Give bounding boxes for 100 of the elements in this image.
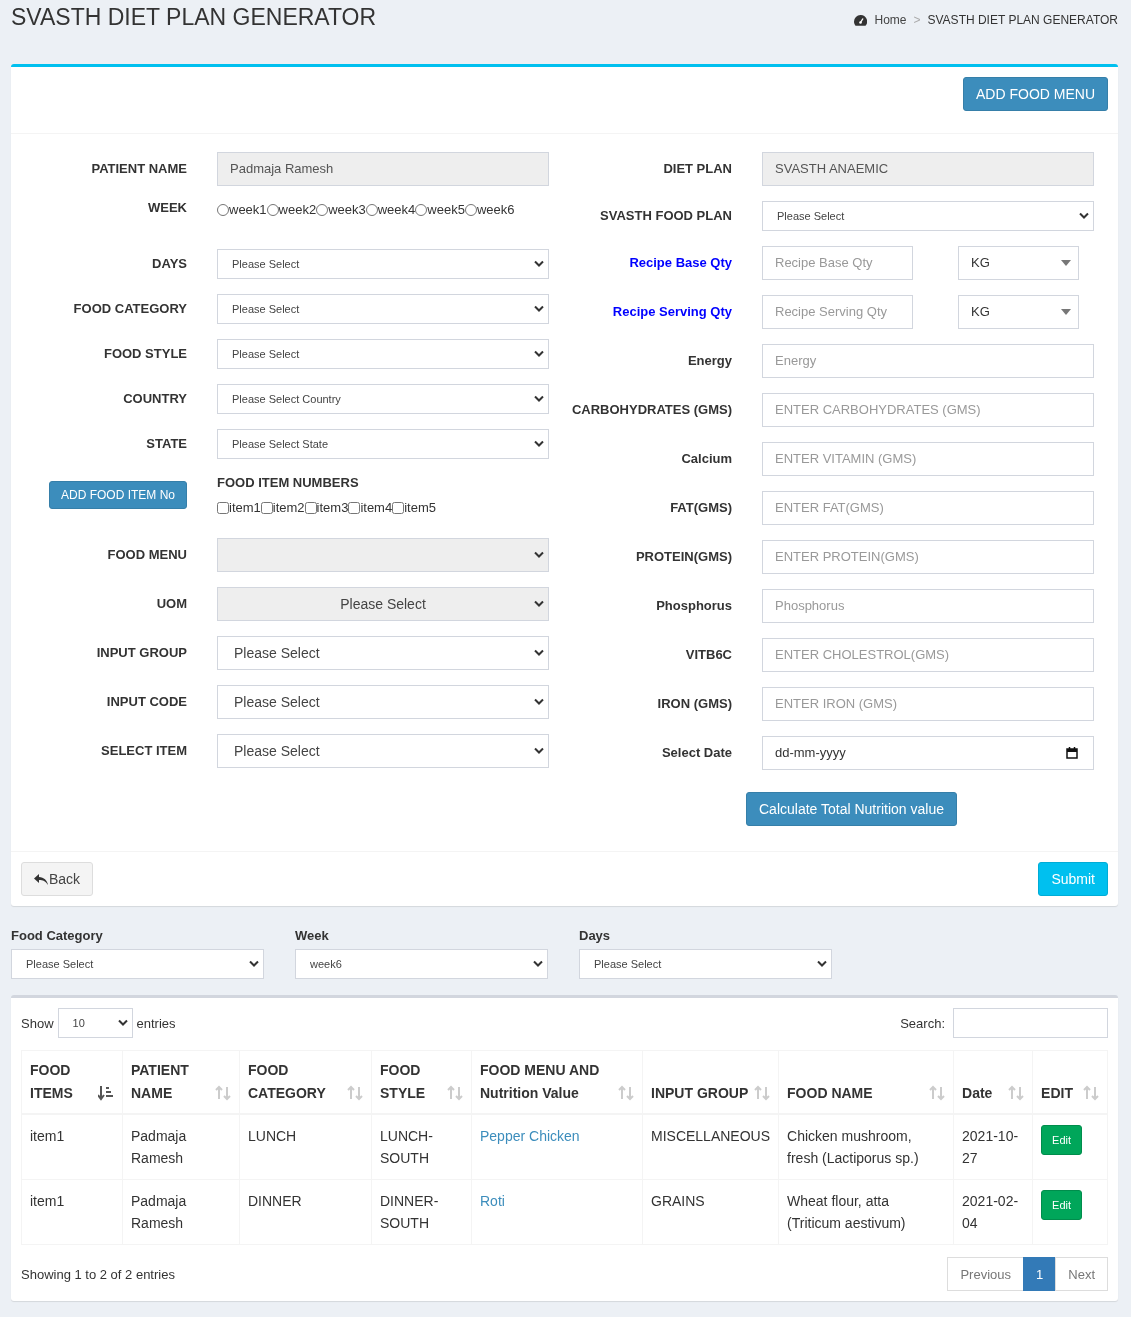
radio-label: week5 [427, 202, 465, 217]
table-cell: 2021-10-27 [962, 1128, 1019, 1166]
field-label: Recipe Base Qty [629, 255, 732, 270]
column-header[interactable]: PATIENT NAME [131, 1059, 211, 1105]
page-length-select[interactable]: 10 [57, 1008, 133, 1038]
field-label: SVASTH FOOD PLAN [600, 208, 732, 223]
field-label: Calcium [681, 451, 732, 466]
filter-select[interactable]: Please Select [579, 949, 832, 979]
field-label: Select Date [661, 745, 732, 760]
field-label: UOM [156, 596, 187, 611]
select-field[interactable]: Please Select [217, 733, 549, 768]
calendar-icon [1066, 746, 1078, 759]
table-cell: item1 [30, 1128, 65, 1144]
field-label: INPUT CODE [106, 694, 187, 709]
search-field[interactable] [953, 1008, 1108, 1038]
radio-button[interactable] [464, 203, 477, 216]
column-header[interactable]: FOOD MENU AND Nutrition Value [480, 1059, 614, 1105]
table-cell: Padmaja Ramesh [131, 1128, 187, 1166]
breadcrumb-link[interactable]: Home [874, 13, 907, 27]
field-label: FAT(GMS) [670, 500, 732, 515]
column-header[interactable]: EDIT [1041, 1082, 1073, 1105]
field-label: Recipe Serving Qty [612, 304, 732, 319]
radio-button[interactable] [415, 203, 428, 216]
select-field[interactable]: Please Select Country [217, 383, 549, 414]
checkbox-label: item1 [229, 500, 261, 515]
checkbox[interactable] [392, 501, 405, 514]
text-field[interactable]: Padmaja Ramesh [217, 151, 549, 186]
table-cell: LUNCH [248, 1128, 297, 1144]
unit-select[interactable]: KG [958, 294, 1079, 329]
table-cell: item1 [30, 1193, 65, 1209]
radio-button[interactable] [217, 203, 229, 216]
checkbox[interactable] [348, 501, 361, 514]
filter-select[interactable]: week6 [295, 949, 548, 979]
add-food-item-button[interactable]: ADD FOOD ITEM No [49, 481, 187, 509]
text-field[interactable]: SVASTH ANAEMIC [762, 151, 1094, 186]
filter-select[interactable]: Please Select [11, 949, 264, 979]
chevron-down-icon [534, 350, 544, 357]
date-field[interactable]: dd-mm-yyyy [762, 735, 1094, 770]
field-label: FOOD ITEM NUMBERS [217, 475, 360, 490]
radio-label: week1 [229, 202, 267, 217]
table-cell: MISCELLANEOUS [651, 1128, 771, 1144]
chevron-down-icon [534, 260, 544, 267]
checkbox[interactable] [217, 501, 229, 514]
chevron-down-icon [533, 960, 543, 968]
field-label: CARBOHYDRATES (GMS) [571, 402, 732, 417]
food-menu-link[interactable]: Roti [480, 1193, 505, 1209]
column-header[interactable]: FOOD STYLE [380, 1059, 443, 1105]
chevron-down-icon [249, 960, 259, 968]
field-label: COUNTRY [123, 391, 187, 406]
chevron-down-icon [117, 1019, 128, 1027]
select-field[interactable]: Please Select State [217, 428, 549, 459]
select-field[interactable]: Please Select [217, 248, 549, 279]
radio-button[interactable] [266, 203, 279, 216]
field-label: DIET PLAN [663, 161, 732, 176]
add-food-menu-button[interactable]: ADD FOOD MENU [963, 77, 1108, 111]
reply-arrow-icon [34, 873, 48, 885]
chevron-down-icon [1079, 212, 1089, 219]
table-cell: Wheat flour, atta (Triticum aestivum) [787, 1193, 906, 1231]
unit-select[interactable]: KG [958, 245, 1079, 280]
column-header[interactable]: Date [962, 1082, 993, 1105]
page-button[interactable]: 1 [1023, 1257, 1057, 1291]
caret-down-icon [1061, 308, 1071, 315]
checkbox[interactable] [304, 501, 317, 514]
chevron-down-icon [534, 600, 544, 607]
select-field[interactable]: Please Select [217, 684, 549, 719]
dashboard-icon [854, 14, 868, 26]
calculate-button[interactable]: Calculate Total Nutrition value [746, 792, 957, 826]
breadcrumb-current: SVASTH DIET PLAN GENERATOR [927, 13, 1118, 27]
entries-label: entries [136, 1015, 176, 1031]
field-label: FOOD MENU [107, 547, 187, 562]
field-label: WEEK [148, 200, 187, 215]
select-field[interactable]: Please Select [217, 338, 549, 369]
chevron-down-icon [534, 649, 544, 656]
field-label: FOOD STYLE [103, 346, 187, 361]
column-header[interactable]: FOOD ITEMS [30, 1059, 94, 1105]
field-label: Energy [687, 353, 732, 368]
field-label: IRON (GMS) [657, 696, 732, 711]
select-field[interactable]: Please Select [217, 293, 549, 324]
checkbox-label: item4 [360, 500, 393, 515]
checkbox[interactable] [260, 501, 273, 514]
checkbox-label: item3 [316, 500, 349, 515]
back-button[interactable]: Back [21, 862, 94, 896]
table-cell: DINNER [248, 1193, 302, 1209]
radio-button[interactable] [316, 203, 329, 216]
column-header[interactable]: INPUT GROUP [651, 1082, 749, 1105]
radio-button[interactable] [365, 203, 378, 216]
table-cell: Chicken mushroom, fresh (Lactiporus sp.) [787, 1128, 919, 1166]
field-label: Phosphorus [656, 598, 732, 613]
select-field[interactable]: Please Select [217, 635, 549, 670]
food-menu-link[interactable]: Pepper Chicken [480, 1128, 580, 1144]
chevron-down-icon [534, 551, 544, 558]
sort-ascending-icon[interactable] [98, 1085, 114, 1101]
select-field[interactable]: Please Select [762, 200, 1094, 231]
column-header[interactable]: FOOD NAME [787, 1082, 873, 1105]
show-label: Show [21, 1015, 54, 1031]
table-cell: GRAINS [651, 1193, 705, 1209]
filter-label: Food Category [11, 928, 104, 943]
field-label: PROTEIN(GMS) [635, 549, 732, 564]
column-header[interactable]: FOOD CATEGORY [248, 1059, 343, 1105]
filter-label: Days [579, 928, 612, 943]
